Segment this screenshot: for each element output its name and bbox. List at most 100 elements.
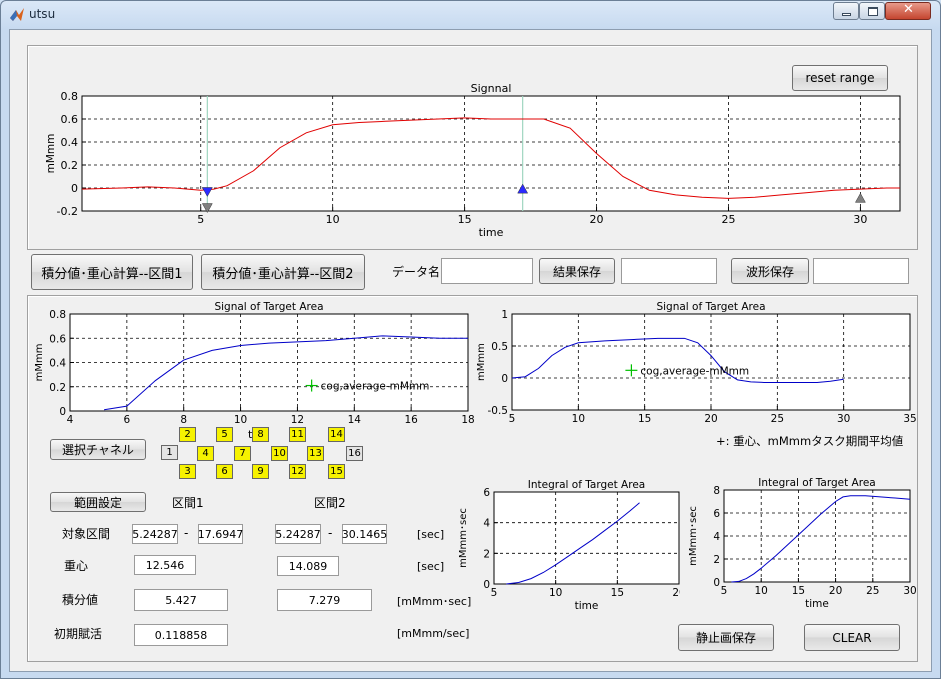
app-window: utsu ✕ reset range 5 10 15 20 25 30 -0.2 0 0.2 0.… <box>0 0 941 679</box>
target1-xtick-label: 8 <box>180 414 187 424</box>
signal-chart[interactable]: 5 10 15 20 25 30 -0.2 0 0.2 0.4 0.6 0.8 Signnal time m… <box>38 80 908 248</box>
channel-9-button[interactable]: 9 <box>252 464 269 479</box>
s1-end-field[interactable]: 17.6947 <box>198 524 243 544</box>
maximize-button[interactable] <box>859 2 885 20</box>
channel-6-button[interactable]: 6 <box>216 464 233 479</box>
integ1-xtick-label: 20 <box>672 587 680 599</box>
integ1-xlabel: time <box>575 600 599 612</box>
integ1-ytick-label: 0 <box>483 579 490 591</box>
target1-cog-label: cog,average-mMmm <box>321 381 430 393</box>
target2-xtick-label: 20 <box>704 413 717 424</box>
cog2-field[interactable]: 14.089 <box>277 556 339 576</box>
target-area-chart-2[interactable]: 5 10 15 20 25 30 35 -0.5 0 0.5 1 Signal of Target A… <box>460 298 916 424</box>
integ1-plot-area <box>493 491 680 585</box>
s2-dash: - <box>328 526 333 540</box>
save-result-button[interactable]: 結果保存 <box>539 258 615 284</box>
integ1-xtick-label: 10 <box>549 587 562 599</box>
integ1-ylabel: mMmm･sec <box>458 508 469 568</box>
minimize-icon <box>842 13 851 16</box>
integ1-ytick-label: 2 <box>483 548 490 560</box>
result-filename-input[interactable] <box>621 258 717 284</box>
matlab-icon <box>10 8 24 21</box>
axis-label-fragment: t <box>248 428 253 441</box>
channel-16-button[interactable]: 16 <box>346 446 363 461</box>
save-waveform-button[interactable]: 波形保存 <box>731 258 809 284</box>
channel-2-button[interactable]: 2 <box>179 427 196 442</box>
data-name-input[interactable] <box>441 258 533 284</box>
channel-5-button[interactable]: 5 <box>216 427 233 442</box>
target1-ylabel: mMmm <box>34 344 45 382</box>
channel-12-button[interactable]: 12 <box>289 464 306 479</box>
target2-ytick-label: 0.5 <box>491 341 508 353</box>
initial-activation-field[interactable]: 0.118858 <box>134 624 228 646</box>
select-channel-button[interactable]: 選択チャネル <box>50 439 146 460</box>
channel-14-button[interactable]: 14 <box>328 427 345 442</box>
main-xtick-label: 10 <box>326 213 340 226</box>
channel-10-button[interactable]: 10 <box>271 446 288 461</box>
s1-start-field[interactable]: 5.24287 <box>132 524 178 544</box>
initial-unit-label: [mMmm/sec] <box>397 627 470 640</box>
int2-field[interactable]: 7.279 <box>277 589 372 611</box>
s2-start-field[interactable]: 5.24287 <box>275 524 321 544</box>
target1-xtick-label: 6 <box>124 414 131 424</box>
target-range-label: 対象区間 <box>62 527 111 541</box>
channel-1-button[interactable]: 1 <box>161 445 178 460</box>
integ1-xtick-label: 15 <box>611 587 624 599</box>
target1-ytick-label: 0.2 <box>49 382 66 394</box>
main-ytick-label: 0.6 <box>61 113 79 126</box>
target1-xtick-label: 12 <box>291 414 304 424</box>
target2-ytick-label: 1 <box>501 309 508 321</box>
s1-dash: - <box>184 526 189 540</box>
section1-header: 区間1 <box>172 496 204 510</box>
close-button[interactable]: ✕ <box>885 2 931 20</box>
integ2-title: Integral of Target Area <box>758 477 875 489</box>
channel-7-button[interactable]: 7 <box>234 446 251 461</box>
main-xtick-label: 20 <box>590 213 604 226</box>
range-unit-label: [sec] <box>417 528 445 541</box>
target1-ytick-label: 0.8 <box>49 309 66 321</box>
integ2-xtick-label: 20 <box>829 585 842 597</box>
main-ytick-label: 0.8 <box>61 90 79 103</box>
main-xtick-label: 30 <box>853 213 867 226</box>
integral-chart-2[interactable]: 5 10 15 20 25 30 0 2 4 6 8 Integral of Target Area t… <box>688 472 916 620</box>
integ1-xtick-label: 5 <box>491 587 498 599</box>
data-name-label: データ名 <box>392 265 441 279</box>
integral-label: 積分値 <box>62 593 99 607</box>
minimize-button[interactable] <box>833 2 859 20</box>
cog1-field[interactable]: 12.546 <box>134 555 196 575</box>
main-plot-area <box>81 95 901 212</box>
integral-chart-1[interactable]: 5 10 15 20 0 2 4 6 Integral of Target Area time mM… <box>458 472 680 620</box>
target1-xtick-label: 14 <box>348 414 362 424</box>
target2-title: Signal of Target Area <box>656 301 765 313</box>
title-bar: utsu ✕ <box>1 1 940 29</box>
integ1-ytick-label: 4 <box>483 518 490 530</box>
cog-legend-note: +: 重心、mMmmタスク期間平均値 <box>716 434 904 448</box>
target1-title: Signal of Target Area <box>214 301 323 313</box>
integral-section1-button[interactable]: 積分値･重心計算--区間1 <box>31 254 193 290</box>
target2-xtick-label: 30 <box>837 413 850 424</box>
target2-xtick-label: 25 <box>771 413 784 424</box>
cog-unit-label: [sec] <box>417 560 445 573</box>
cog-label: 重心 <box>64 559 89 573</box>
int1-field[interactable]: 5.427 <box>134 589 228 611</box>
channel-15-button[interactable]: 15 <box>328 464 345 479</box>
target2-xtick-label: 35 <box>903 413 916 424</box>
channel-13-button[interactable]: 13 <box>307 446 324 461</box>
integ2-xtick-label: 30 <box>903 585 916 597</box>
channel-4-button[interactable]: 4 <box>197 446 214 461</box>
channel-11-button[interactable]: 11 <box>289 427 306 442</box>
target1-xtick-label: 4 <box>67 414 74 424</box>
channel-8-button[interactable]: 8 <box>252 427 269 442</box>
channel-3-button[interactable]: 3 <box>179 464 196 479</box>
main-ylabel: mMmm <box>45 134 57 174</box>
range-set-button[interactable]: 範囲設定 <box>50 492 146 512</box>
clear-button[interactable]: CLEAR <box>804 624 900 651</box>
integ2-xlabel: time <box>805 598 829 610</box>
integ2-ytick-label: 8 <box>713 485 720 497</box>
integral-section2-button[interactable]: 積分値･重心計算--区間2 <box>201 254 365 290</box>
s2-end-field[interactable]: 30.1465 <box>342 524 387 544</box>
save-still-image-button[interactable]: 静止画保存 <box>678 624 774 651</box>
waveform-filename-input[interactable] <box>813 258 909 284</box>
main-ytick-label: 0.2 <box>61 159 79 172</box>
target-area-chart-1[interactable]: 4 6 8 10 12 14 16 1800.20.40.60.8Signal of Targ… <box>28 298 474 424</box>
